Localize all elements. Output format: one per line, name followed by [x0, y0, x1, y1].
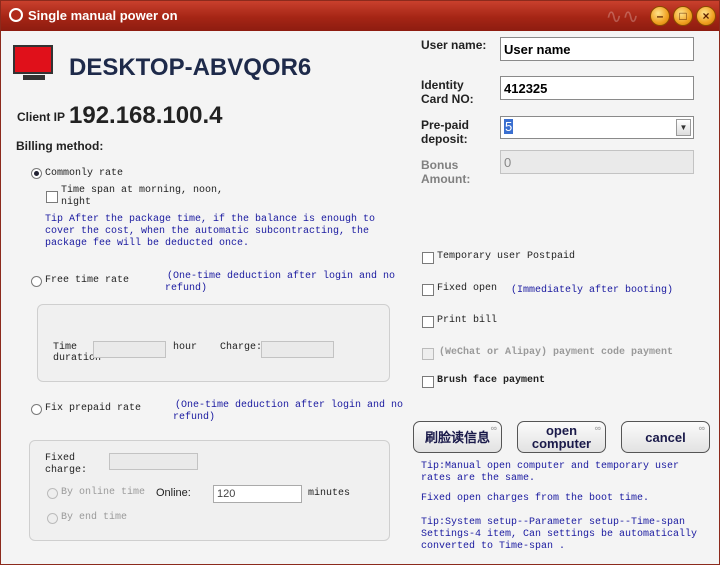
time-span-checkbox[interactable]	[46, 191, 58, 203]
tip-system-setup-1: Tip:System setup--Parameter setup--Time-…	[421, 517, 686, 528]
commonly-rate-radio[interactable]	[31, 168, 42, 179]
curl-decoration-icon: ∞	[594, 423, 601, 433]
online-label: Online:	[156, 487, 191, 499]
free-time-group	[37, 304, 390, 382]
online-minutes-input[interactable]: 120	[213, 485, 302, 503]
fixed-charge-label: Fixed	[45, 453, 76, 464]
face-read-button[interactable]: 刷脸读信息 ∞	[413, 421, 502, 453]
by-end-time-radio[interactable]	[47, 513, 58, 524]
bonus-label: Bonus	[421, 158, 459, 172]
face-read-label: 刷脸读信息	[424, 429, 490, 445]
prepaid-value: 5	[504, 119, 514, 134]
by-online-time-label: By online time	[61, 487, 146, 498]
idcard-label: Identity	[421, 78, 464, 92]
curl-decoration-icon: ∞	[490, 423, 497, 433]
billing-method-label: Billing method:	[16, 139, 104, 153]
fix-prepaid-note-2: refund)	[173, 412, 216, 423]
fix-prepaid-rate-label[interactable]: Fix prepaid rate	[45, 403, 141, 414]
tip-system-setup-2: Settings-4 item, Can settings be automat…	[421, 529, 698, 540]
cancel-button[interactable]: cancel ∞	[621, 421, 710, 453]
fix-prepaid-note-1: (One-time deduction after login and no	[175, 400, 404, 411]
charge-input[interactable]	[261, 341, 334, 358]
fixed-charge-label-2: charge:	[45, 465, 88, 476]
curl-decoration-icon: ∞	[698, 423, 705, 433]
by-end-time-label: By end time	[61, 512, 128, 523]
close-button[interactable]: ×	[696, 6, 716, 26]
cancel-label: cancel	[645, 429, 686, 445]
by-online-time-radio[interactable]	[47, 488, 58, 499]
print-bill-checkbox[interactable]	[422, 316, 434, 328]
temp-postpaid-checkbox[interactable]	[422, 252, 434, 264]
time-span-label-2: night	[61, 197, 92, 208]
maximize-button[interactable]: □	[673, 6, 693, 26]
fixed-open-checkbox[interactable]	[422, 284, 434, 296]
brush-face-label[interactable]: Brush face payment	[437, 375, 545, 386]
wechat-alipay-checkbox[interactable]	[422, 348, 434, 360]
print-bill-label[interactable]: Print bill	[437, 315, 497, 326]
computer-name: DESKTOP-ABVQOR6	[69, 54, 312, 81]
time-duration-input[interactable]	[93, 341, 166, 358]
open-computer-label-2: computer	[531, 436, 592, 451]
free-time-rate-radio[interactable]	[31, 276, 42, 287]
fixed-open-label[interactable]: Fixed open	[437, 283, 497, 294]
minutes-label: minutes	[308, 488, 351, 499]
package-tip-2: cover the cost, when the automatic subco…	[45, 226, 370, 237]
prepaid-select[interactable]: 5 ▼	[500, 116, 694, 139]
app-icon	[9, 8, 23, 22]
wechat-alipay-label: (WeChat or Alipay) payment code payment	[439, 347, 674, 358]
package-tip-3: package fee will be deducted once.	[45, 238, 250, 249]
decorative-swirl-icon: ∿∿	[605, 6, 639, 28]
prepaid-label-2: deposit:	[421, 132, 468, 146]
temp-postpaid-label[interactable]: Temporary user Postpaid	[437, 251, 575, 262]
free-time-note-1: (One-time deduction after login and no	[167, 271, 396, 282]
prepaid-label: Pre-paid	[421, 118, 470, 132]
title-bar[interactable]: Single manual power on ∿∿ – □ ×	[1, 1, 719, 31]
dialog-window: Single manual power on ∿∿ – □ × DESKTOP-…	[0, 0, 720, 565]
bonus-input[interactable]: 0	[500, 150, 694, 174]
tip-fixed-open: Fixed open charges from the boot time.	[421, 493, 650, 504]
fixed-charge-input[interactable]	[109, 453, 198, 470]
monitor-icon	[13, 45, 53, 81]
client-ip-value: 192.168.100.4	[69, 102, 223, 129]
package-tip-1: Tip After the package time, if the balan…	[45, 214, 376, 225]
charge-label: Charge:	[220, 342, 263, 353]
brush-face-checkbox[interactable]	[422, 376, 434, 388]
bonus-label-2: Amount:	[421, 172, 471, 186]
time-span-label[interactable]: Time span at morning, noon,	[61, 185, 223, 196]
username-label: User name:	[421, 38, 487, 52]
free-time-rate-label[interactable]: Free time rate	[45, 275, 129, 286]
open-computer-button[interactable]: open computer ∞	[517, 421, 606, 453]
hour-label: hour	[173, 342, 198, 353]
fix-prepaid-rate-radio[interactable]	[31, 404, 42, 415]
tip-manual-open-1: Tip:Manual open computer and temporary u…	[421, 461, 680, 472]
tip-manual-open-2: rates are the same.	[421, 473, 536, 484]
tip-system-setup-3: converted to Time-span .	[421, 541, 566, 552]
username-input[interactable]: User name	[500, 37, 694, 61]
chevron-down-icon[interactable]: ▼	[676, 119, 691, 136]
time-duration-label: Time	[53, 342, 78, 353]
commonly-rate-label[interactable]: Commonly rate	[45, 168, 123, 179]
fixed-open-note: (Immediately after booting)	[511, 285, 674, 296]
window-title: Single manual power on	[28, 8, 178, 23]
client-ip-label: Client IP	[17, 110, 66, 124]
minimize-button[interactable]: –	[650, 6, 670, 26]
idcard-label-2: Card NO:	[421, 92, 474, 106]
free-time-note-2: refund)	[165, 283, 208, 294]
idcard-input[interactable]: 412325	[500, 76, 694, 100]
